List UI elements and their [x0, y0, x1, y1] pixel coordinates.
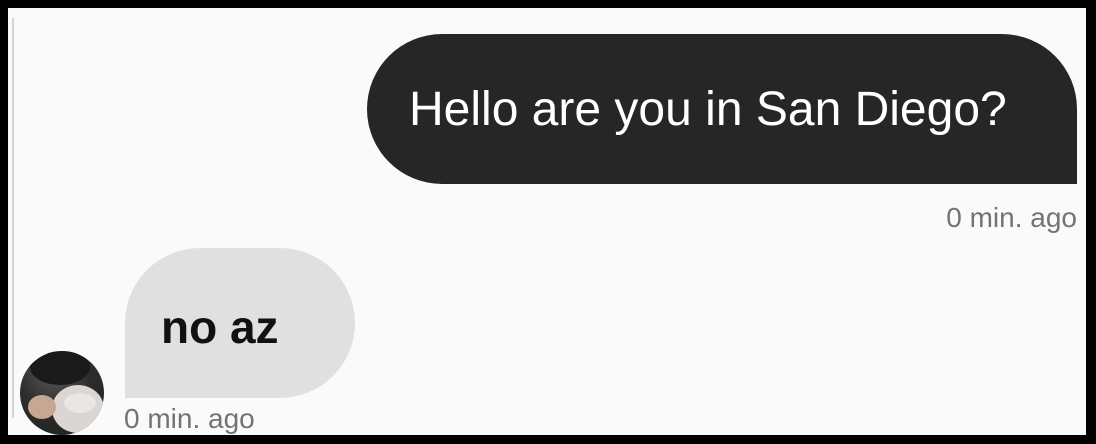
user-avatar-icon — [28, 351, 104, 433]
chat-thread: Hello are you in San Diego? 0 min. ago n… — [8, 8, 1086, 435]
incoming-message-bubble[interactable]: no az — [125, 248, 355, 398]
sender-avatar[interactable] — [20, 351, 104, 435]
thread-divider — [12, 18, 14, 418]
outgoing-message-timestamp: 0 min. ago — [946, 202, 1077, 233]
incoming-message-timestamp: 0 min. ago — [124, 403, 255, 434]
outgoing-message-bubble[interactable]: Hello are you in San Diego? — [367, 34, 1077, 184]
incoming-message-text: no az — [161, 301, 279, 353]
outgoing-message-text: Hello are you in San Diego? — [409, 83, 1007, 136]
